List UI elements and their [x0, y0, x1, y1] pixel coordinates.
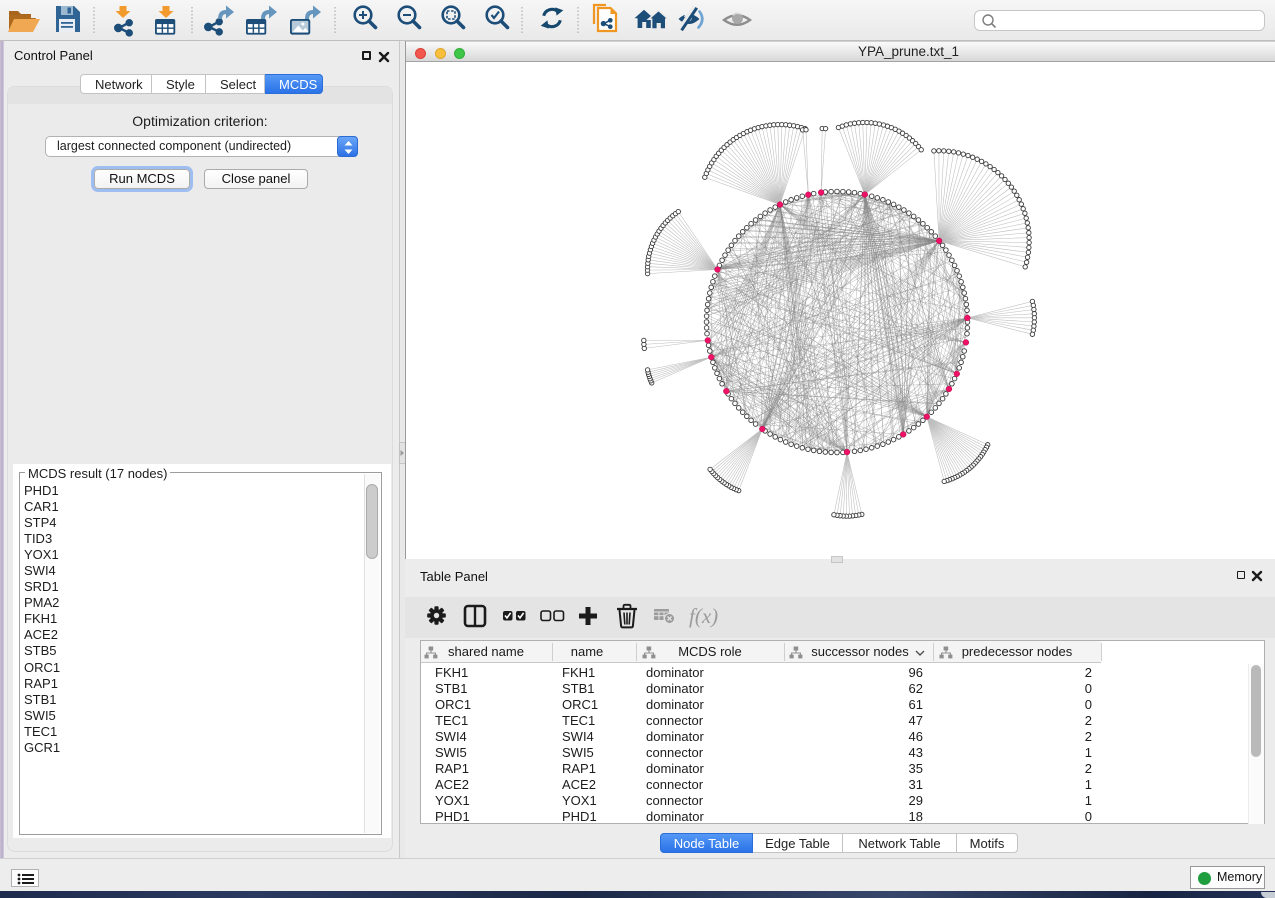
svg-text:f(x): f(x) — [689, 604, 718, 628]
